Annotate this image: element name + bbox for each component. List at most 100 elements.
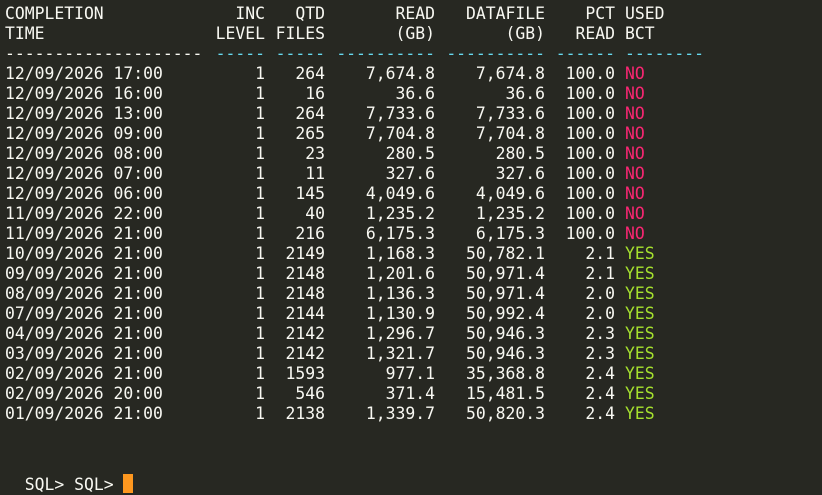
cell-inc-level: 1 <box>255 384 265 403</box>
table-row: 02/09/2026 21:00 1 1593 977.1 35,368.8 2.4 YES <box>5 364 817 384</box>
cell-used-bct: NO <box>625 64 645 83</box>
cell-inc-level: 1 <box>255 244 265 263</box>
cell-datafile-gb: 50,946.3 <box>466 324 545 343</box>
cell-used-bct: YES <box>625 364 655 383</box>
cell-completion-time: 10/09/2026 21:00 <box>5 244 163 263</box>
cell-completion-time: 12/09/2026 07:00 <box>5 164 163 183</box>
prompt-text: SQL> SQL> <box>24 475 124 494</box>
cell-qtd-files: 2148 <box>285 284 325 303</box>
cell-completion-time: 12/09/2026 08:00 <box>5 144 163 163</box>
cell-qtd-files: 23 <box>305 144 325 163</box>
cursor-block <box>123 474 134 493</box>
cell-used-bct: NO <box>625 84 645 103</box>
cell-qtd-files: 216 <box>295 224 325 243</box>
cell-qtd-files: 2142 <box>285 344 325 363</box>
cell-inc-level: 1 <box>255 184 265 203</box>
cell-pct-read: 2.3 <box>585 324 615 343</box>
table-row: 12/09/2026 09:00 1 265 7,704.8 7,704.8 100.0 N… <box>5 124 817 144</box>
cell-inc-level: 1 <box>255 84 265 103</box>
cell-inc-level: 1 <box>255 164 265 183</box>
cell-read-gb: 1,321.7 <box>365 344 435 363</box>
table-row: 07/09/2026 21:00 1 2144 1,130.9 50,992.4 2.0 Y… <box>5 304 817 324</box>
cell-completion-time: 12/09/2026 16:00 <box>5 84 163 103</box>
cell-datafile-gb: 7,674.8 <box>475 64 545 83</box>
cell-used-bct: YES <box>625 264 655 283</box>
cell-pct-read: 2.4 <box>585 364 615 383</box>
cell-pct-read: 100.0 <box>565 84 615 103</box>
cell-qtd-files: 265 <box>295 124 325 143</box>
header-completion: COMPLETION <box>5 4 104 23</box>
header-qtd: QTD <box>295 4 325 23</box>
cell-used-bct: NO <box>625 204 645 223</box>
cell-read-gb: 1,235.2 <box>365 204 435 223</box>
cell-datafile-gb: 7,704.8 <box>475 124 545 143</box>
cell-inc-level: 1 <box>255 224 265 243</box>
cell-pct-read: 100.0 <box>565 164 615 183</box>
cell-used-bct: NO <box>625 124 645 143</box>
cell-used-bct: NO <box>625 164 645 183</box>
cell-inc-level: 1 <box>255 264 265 283</box>
table-row: 12/09/2026 07:00 1 11 327.6 327.6 100.0 NO <box>5 164 817 184</box>
cell-used-bct: NO <box>625 224 645 243</box>
cell-datafile-gb: 50,946.3 <box>466 344 545 363</box>
cell-qtd-files: 1593 <box>285 364 325 383</box>
cell-used-bct: YES <box>625 284 655 303</box>
cell-datafile-gb: 15,481.5 <box>466 384 545 403</box>
table-row: 11/09/2026 22:00 1 40 1,235.2 1,235.2 100.0 NO <box>5 204 817 224</box>
cell-inc-level: 1 <box>255 204 265 223</box>
separator-datafile: ---------- <box>446 44 545 63</box>
cell-read-gb: 1,130.9 <box>365 304 435 323</box>
cell-used-bct: YES <box>625 384 655 403</box>
cell-datafile-gb: 50,992.4 <box>466 304 545 323</box>
cell-read-gb: 1,201.6 <box>365 264 435 283</box>
cell-read-gb: 371.4 <box>385 384 435 403</box>
separator-bct: -------- <box>625 44 704 63</box>
cell-datafile-gb: 50,971.4 <box>466 284 545 303</box>
cell-used-bct: YES <box>625 304 655 323</box>
table-row: 08/09/2026 21:00 1 2148 1,136.3 50,971.4 2.0 Y… <box>5 284 817 304</box>
cell-completion-time: 02/09/2026 21:00 <box>5 364 163 383</box>
cell-inc-level: 1 <box>255 324 265 343</box>
header-row-2: TIME LEVEL FILES (GB) (GB) READ BCT <box>5 24 817 44</box>
cell-pct-read: 100.0 <box>565 64 615 83</box>
cell-completion-time: 12/09/2026 06:00 <box>5 184 163 203</box>
cell-pct-read: 2.3 <box>585 344 615 363</box>
header-read-gb: (GB) <box>395 24 435 43</box>
cell-pct-read: 100.0 <box>565 184 615 203</box>
header-files: FILES <box>275 24 325 43</box>
cell-pct-read: 100.0 <box>565 224 615 243</box>
table-row: 02/09/2026 20:00 1 546 371.4 15,481.5 2.4 YES <box>5 384 817 404</box>
terminal-output: COMPLETION INC QTD READ DATAFILE PCT USE… <box>5 4 817 424</box>
header-inc: INC <box>235 4 265 23</box>
cell-datafile-gb: 4,049.6 <box>475 184 545 203</box>
header-datafile: DATAFILE <box>466 4 545 23</box>
header-bct: BCT <box>625 24 655 43</box>
cell-datafile-gb: 35,368.8 <box>466 364 545 383</box>
cell-qtd-files: 11 <box>305 164 325 183</box>
cell-pct-read: 100.0 <box>565 124 615 143</box>
header-pct-read: READ <box>575 24 615 43</box>
header-separator: -------------------- ----- ----- -------… <box>5 44 817 64</box>
cell-qtd-files: 264 <box>295 64 325 83</box>
cell-datafile-gb: 50,820.3 <box>466 404 545 423</box>
cell-completion-time: 12/09/2026 17:00 <box>5 64 163 83</box>
cell-qtd-files: 2138 <box>285 404 325 423</box>
cell-read-gb: 327.6 <box>385 164 435 183</box>
cell-read-gb: 4,049.6 <box>365 184 435 203</box>
cell-inc-level: 1 <box>255 404 265 423</box>
separator-qtd: ----- <box>275 44 325 63</box>
cell-pct-read: 100.0 <box>565 144 615 163</box>
header-level: LEVEL <box>215 24 265 43</box>
cell-read-gb: 7,674.8 <box>365 64 435 83</box>
cell-used-bct: YES <box>625 344 655 363</box>
cell-read-gb: 280.5 <box>385 144 435 163</box>
sql-prompt[interactable]: SQL> SQL> <box>5 454 134 494</box>
header-pct: PCT <box>585 4 615 23</box>
cell-read-gb: 7,704.8 <box>365 124 435 143</box>
cell-pct-read: 100.0 <box>565 104 615 123</box>
cell-datafile-gb: 327.6 <box>495 164 545 183</box>
cell-used-bct: NO <box>625 184 645 203</box>
cell-qtd-files: 145 <box>295 184 325 203</box>
cell-qtd-files: 2144 <box>285 304 325 323</box>
header-time: TIME <box>5 24 45 43</box>
